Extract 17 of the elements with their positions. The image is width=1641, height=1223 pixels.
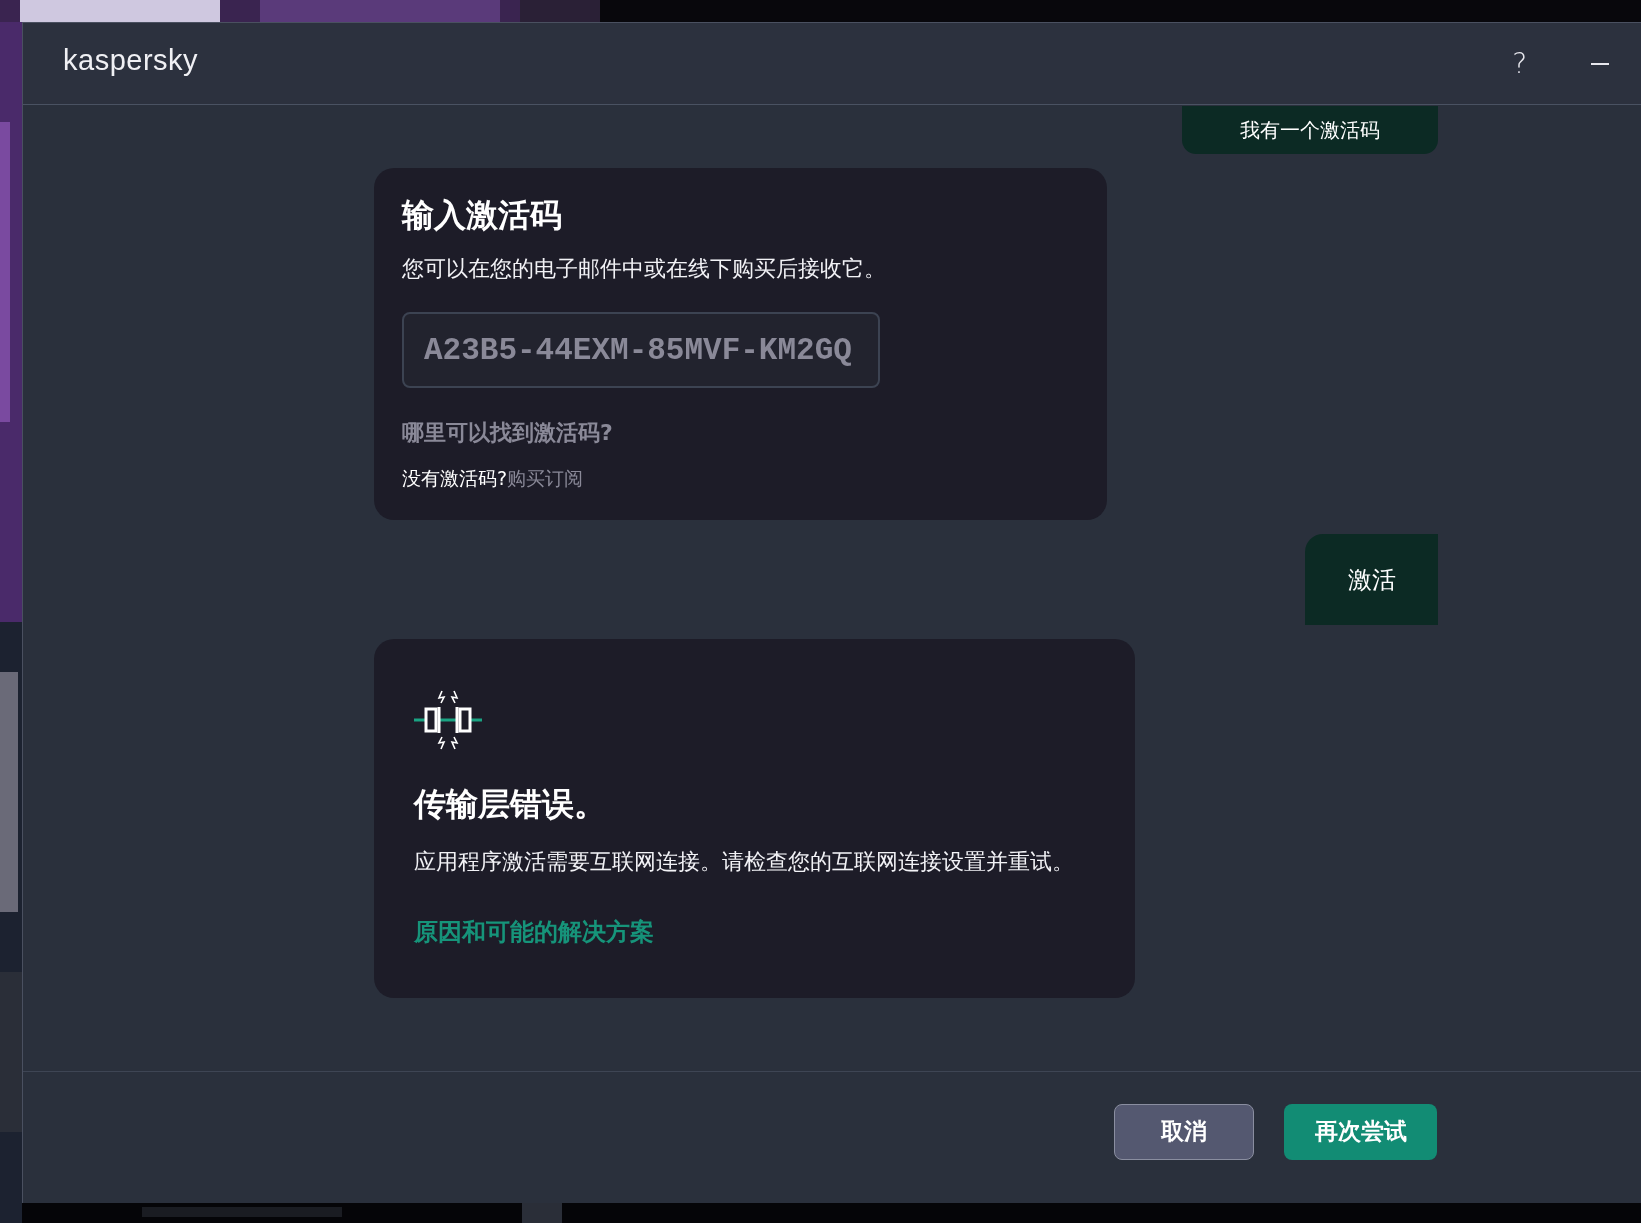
cancel-button[interactable]: 取消 bbox=[1114, 1103, 1254, 1160]
help-link[interactable]: 哪里可以找到激活码? bbox=[402, 418, 613, 448]
help-button[interactable]: ? bbox=[1500, 43, 1539, 84]
error-message: 应用程序激活需要互联网连接。请检查您的互联网连接设置并重试。 bbox=[414, 848, 1074, 876]
disconnected-plug-icon bbox=[412, 689, 484, 751]
card-description: 您可以在您的电子邮件中或在线下购买后接收它。 bbox=[402, 255, 886, 283]
solutions-link[interactable]: 原因和可能的解决方案 bbox=[414, 916, 654, 948]
brand-logo: kaspersky bbox=[63, 44, 199, 77]
minimize-icon bbox=[1591, 62, 1609, 65]
have-code-button[interactable]: 我有一个激活码 bbox=[1182, 106, 1438, 154]
card-title: 输入激活码 bbox=[402, 195, 562, 236]
error-title: 传输层错误。 bbox=[414, 784, 606, 825]
activate-button[interactable]: 激活 bbox=[1305, 534, 1438, 625]
retry-button[interactable]: 再次尝试 bbox=[1284, 1103, 1437, 1160]
activation-code-field[interactable]: A23B5-44EXM-85MVF-KM2GQ bbox=[402, 312, 880, 388]
buy-subscription-link[interactable]: 购买订阅 bbox=[507, 467, 584, 489]
no-code-text: 没有激活码? bbox=[402, 467, 508, 489]
